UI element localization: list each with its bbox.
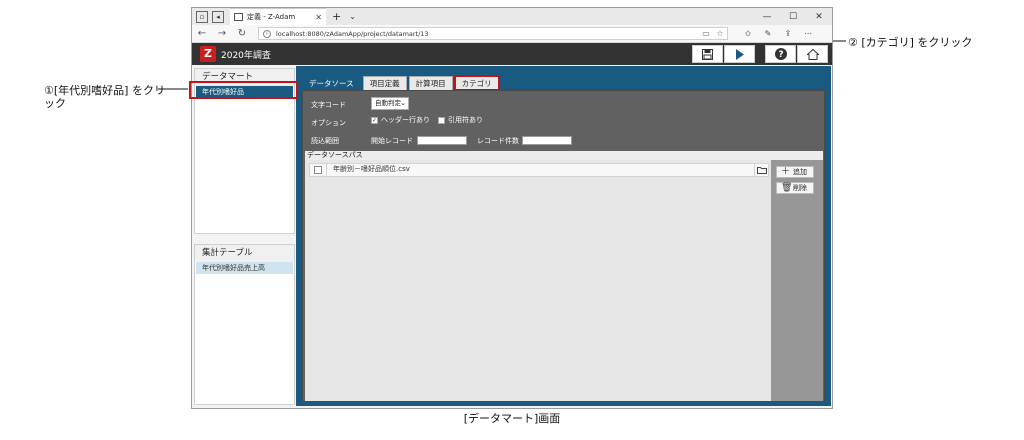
chevron-down-icon: ⌄ [400,99,406,107]
file-path[interactable]: 年齢別－嗜好品順位.csv [326,163,754,177]
favorites-hub-icon[interactable]: ✩ [738,29,758,38]
path-actions: ＋ 追加 🗑 削除 [771,160,823,401]
back-icon[interactable]: ← [192,28,212,39]
checkbox-box [438,116,445,124]
title-bar: ▫ ◂ 定義 - Z-Adam ✕ + ⌄ — ☐ ✕ [192,8,832,25]
tab-datasource[interactable]: データソース [302,76,361,90]
option-label: オプション [311,119,346,127]
url-field[interactable]: i localhost:8080/zAdamApp/project/datama… [258,27,728,40]
datamart-item[interactable]: 年代別嗜好品 [196,86,293,98]
app-header: Z 2020年調査 ? [192,43,832,65]
close-window-icon[interactable]: ✕ [806,12,832,22]
refresh-icon[interactable]: ↻ [232,28,252,39]
home-icon [806,48,819,60]
header-row-checkbox[interactable]: ✓ ヘッダー行あり [371,115,430,125]
home-button[interactable] [797,45,828,63]
page-icon [234,13,243,21]
main-panel: データソース 項目定義 計算項目 カテゴリ 文字コード 自動判定 ⌄ オプション… [296,66,831,406]
tab-actions-icon[interactable]: ▫ [196,10,208,23]
record-count-label: レコード件数 [477,137,519,145]
header-row-label: ヘッダー行あり [381,116,430,124]
help-button[interactable]: ? [765,45,796,63]
new-tab-icon[interactable]: + [332,10,341,23]
definition-tabs: データソース 項目定義 計算項目 カテゴリ [302,75,501,91]
pen-icon[interactable]: ✎ [758,29,778,38]
maximize-icon[interactable]: ☐ [780,12,806,22]
save-button[interactable] [692,45,723,63]
left-panel: データマート 年代別嗜好品 集計テーブル 年代別嗜好品売上高 [194,68,295,405]
url-text: localhost:8080/zAdamApp/project/datamart… [276,29,429,38]
favorite-star-icon[interactable]: ☆ [713,29,727,38]
quote-checkbox[interactable]: 引用符あり [438,115,483,125]
datasource-panel: 文字コード 自動判定 ⌄ オプション ✓ ヘッダー行あり 引用符あり 読込範囲 … [302,90,825,402]
forward-icon[interactable]: → [212,28,232,39]
record-count-input[interactable] [522,136,572,145]
run-button[interactable] [724,45,755,63]
tab-field-definition[interactable]: 項目定義 [362,76,407,90]
delete-button[interactable]: 🗑 削除 [776,182,814,194]
add-label: 追加 [793,168,807,176]
project-title: 2020年調査 [221,50,271,61]
help-icon: ? [774,48,787,60]
tab-category[interactable]: カテゴリ [453,75,500,91]
aggregate-item[interactable]: 年代別嗜好品売上高 [196,262,293,274]
address-bar: ← → ↻ i localhost:8080/zAdamApp/project/… [192,25,832,43]
callout-step-1: ①[年代別嗜好品] をクリック [44,84,165,110]
add-button[interactable]: ＋ 追加 [776,166,814,178]
plus-icon: ＋ [781,167,791,177]
file-checkbox[interactable] [314,166,322,174]
datamart-header: データマート [195,69,294,86]
play-icon [736,48,744,60]
aggregate-table-list: 集計テーブル 年代別嗜好品売上高 [194,244,295,405]
more-icon[interactable]: ⋯ [798,29,818,38]
trash-icon: 🗑 [781,183,793,193]
datasource-path-list: 年齢別－嗜好品順位.csv [307,160,771,401]
tab-calculated-field[interactable]: 計算項目 [408,76,453,90]
chevron-down-icon[interactable]: ⌄ [349,12,356,21]
datamart-list: データマート 年代別嗜好品 [194,68,295,234]
close-tab-icon[interactable]: ✕ [315,13,322,22]
datasource-path-header: データソースパス [305,151,823,160]
range-label: 読込範囲 [311,137,339,145]
share-icon[interactable]: ⇪ [778,29,798,38]
checkmark-icon: ✓ [371,116,378,124]
window-controls: — ☐ ✕ [754,12,832,22]
app-logo-icon: Z [200,46,216,62]
save-icon [702,48,713,60]
browser-window: ▫ ◂ 定義 - Z-Adam ✕ + ⌄ — ☐ ✕ ← → ↻ i loca… [191,7,833,409]
minimize-icon[interactable]: — [754,12,780,22]
start-record-label: 開始レコード [371,137,413,145]
datasource-path-area: データソースパス 年齢別－嗜好品順位.csv ＋ 追加 🗑 削除 [305,151,823,401]
browser-tab[interactable]: 定義 - Z-Adam ✕ [230,8,326,25]
char-code-select[interactable]: 自動判定 ⌄ [371,97,409,110]
quote-label: 引用符あり [448,116,483,124]
figure-caption: [データマート]画面 [463,412,561,425]
set-aside-tabs-icon[interactable]: ◂ [212,10,224,23]
folder-icon[interactable] [754,163,768,177]
svg-text:?: ? [778,50,783,60]
file-row[interactable]: 年齢別－嗜好品順位.csv [309,163,769,177]
char-code-value: 自動判定 [375,99,401,107]
delete-label: 削除 [793,184,807,192]
callout-step-2: ② [カテゴリ] をクリック [848,36,973,49]
char-code-label: 文字コード [311,101,346,109]
site-info-icon[interactable]: i [263,29,271,38]
reading-view-icon[interactable]: ▭ [699,29,713,38]
browser-tab-title: 定義 - Z-Adam [247,13,296,21]
aggregate-header: 集計テーブル [195,245,294,262]
start-record-input[interactable] [417,136,467,145]
